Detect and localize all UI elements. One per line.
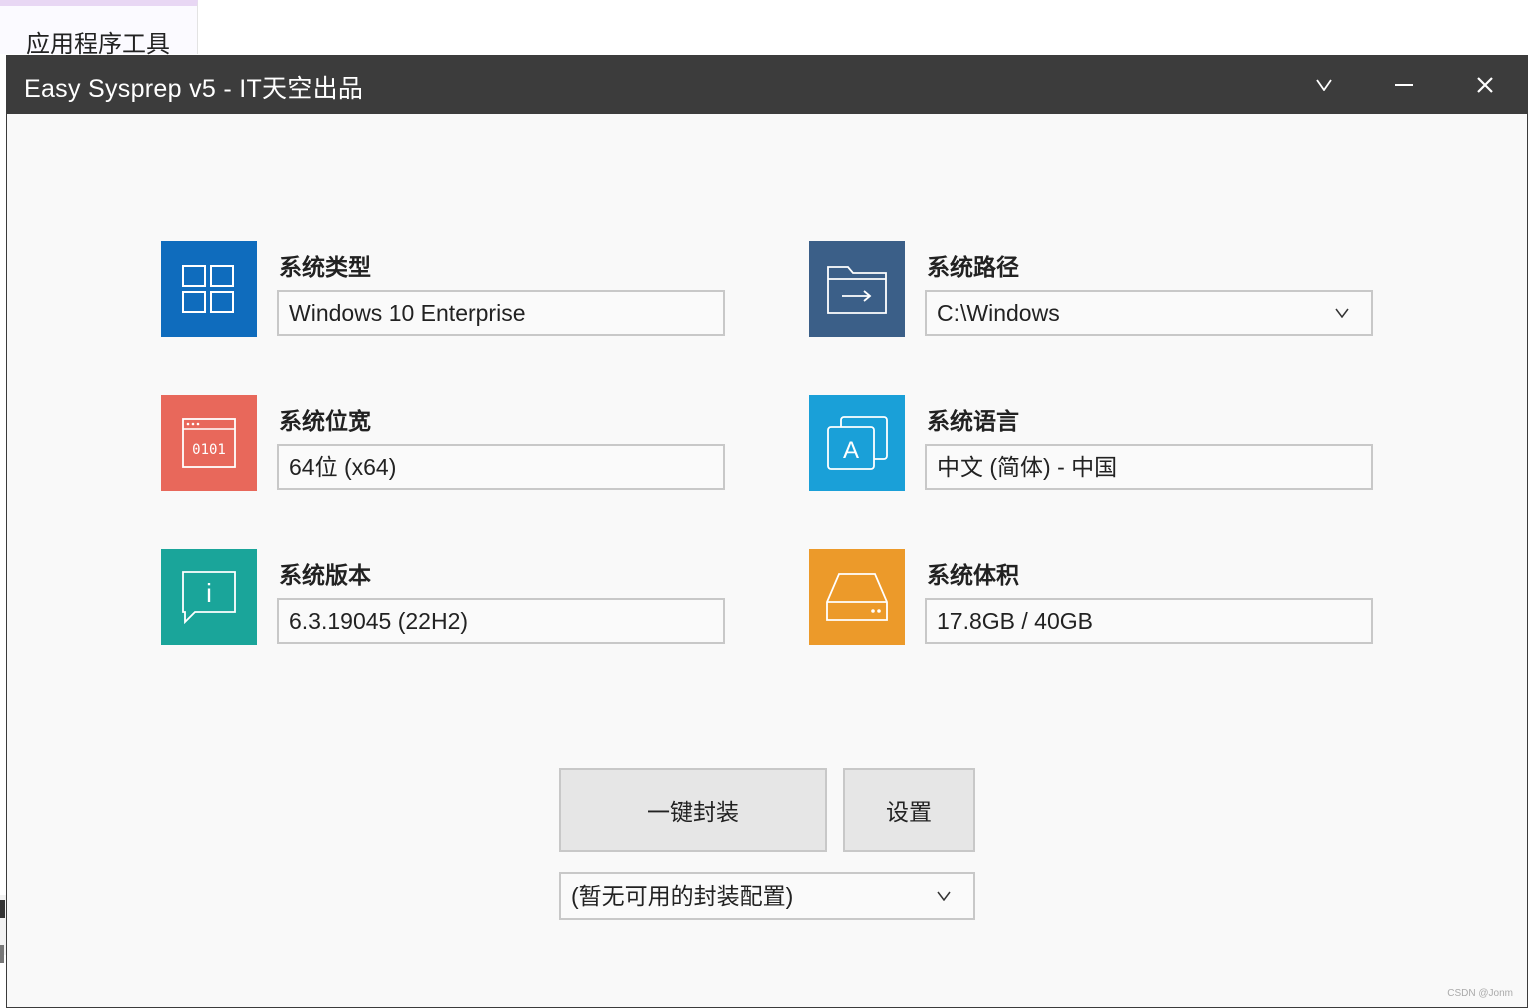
menu-dropdown-button[interactable] bbox=[1284, 56, 1364, 114]
drive-icon bbox=[809, 549, 905, 645]
watermark: CSDN @Jonm bbox=[1447, 988, 1513, 999]
minimize-icon bbox=[1395, 84, 1413, 86]
binary-window-icon: 0101 bbox=[161, 395, 257, 491]
language-icon-text: A bbox=[843, 437, 859, 464]
windows-grid-icon bbox=[161, 241, 257, 337]
background-edge-mark bbox=[0, 900, 5, 918]
os-type-value: Windows 10 Enterprise bbox=[289, 300, 526, 326]
os-version-value: 6.3.19045 (22H2) bbox=[289, 608, 469, 634]
os-arch-label: 系统位宽 bbox=[279, 408, 371, 434]
title-bar[interactable]: Easy Sysprep v5 - IT天空出品 bbox=[7, 56, 1527, 114]
one-click-package-button[interactable]: 一键封装 bbox=[559, 768, 827, 852]
os-version-label: 系统版本 bbox=[279, 562, 371, 588]
settings-button-label: 设置 bbox=[886, 799, 932, 825]
window-title: Easy Sysprep v5 - IT天空出品 bbox=[24, 75, 364, 103]
binary-icon-text: 0101 bbox=[192, 442, 226, 458]
os-path-select[interactable]: C:\Windows bbox=[925, 290, 1373, 336]
easy-sysprep-window: Easy Sysprep v5 - IT天空出品 系统类型 Windows 10 bbox=[6, 55, 1528, 1008]
background-ribbon-tab[interactable]: 应用程序工具 bbox=[0, 0, 198, 58]
info-icon-text: i bbox=[206, 578, 212, 608]
close-icon bbox=[1477, 77, 1493, 93]
minimize-button[interactable] bbox=[1364, 56, 1444, 114]
os-path-label: 系统路径 bbox=[927, 254, 1019, 280]
os-type-label: 系统类型 bbox=[279, 254, 371, 280]
os-lang-label: 系统语言 bbox=[927, 408, 1019, 434]
chevron-down-icon bbox=[937, 874, 951, 918]
os-lang-value: 中文 (简体) - 中国 bbox=[937, 454, 1118, 480]
os-arch-value: 64位 (x64) bbox=[289, 454, 397, 480]
package-config-select[interactable]: (暂无可用的封装配置) bbox=[559, 872, 975, 920]
os-type-field[interactable]: Windows 10 Enterprise bbox=[277, 290, 725, 336]
background-edge-mark bbox=[0, 945, 4, 963]
chevron-down-icon bbox=[1316, 79, 1332, 91]
os-arch-field[interactable]: 64位 (x64) bbox=[277, 444, 725, 490]
language-icon: A bbox=[809, 395, 905, 491]
package-button-label: 一键封装 bbox=[647, 799, 739, 825]
chevron-down-icon bbox=[1335, 292, 1349, 334]
settings-button[interactable]: 设置 bbox=[843, 768, 975, 852]
package-config-value: (暂无可用的封装配置) bbox=[571, 883, 794, 909]
os-size-field[interactable]: 17.8GB / 40GB bbox=[925, 598, 1373, 644]
folder-arrow-icon bbox=[809, 241, 905, 337]
close-button[interactable] bbox=[1445, 56, 1525, 114]
os-size-value: 17.8GB / 40GB bbox=[937, 608, 1093, 634]
os-path-value: C:\Windows bbox=[937, 300, 1060, 326]
os-version-field[interactable]: 6.3.19045 (22H2) bbox=[277, 598, 725, 644]
os-lang-field[interactable]: 中文 (简体) - 中国 bbox=[925, 444, 1373, 490]
os-size-label: 系统体积 bbox=[927, 562, 1019, 588]
background-tab-label: 应用程序工具 bbox=[26, 31, 170, 58]
info-bubble-icon: i bbox=[161, 549, 257, 645]
